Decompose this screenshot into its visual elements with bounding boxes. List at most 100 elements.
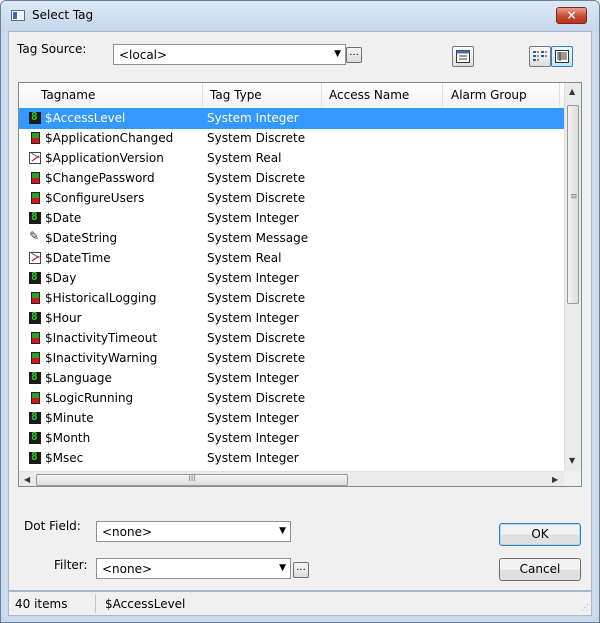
tag-type-cell: System Discrete	[207, 291, 306, 305]
properties-view-icon	[456, 50, 470, 63]
column-divider[interactable]	[442, 83, 443, 107]
resize-grip-icon[interactable]: ⋰	[581, 603, 589, 612]
column-divider[interactable]	[321, 83, 322, 107]
title-bar[interactable]: Select Tag ×	[1, 1, 599, 31]
integer-tag-icon	[29, 410, 41, 424]
integer-tag-icon	[29, 310, 41, 324]
column-header-tag-type[interactable]: Tag Type	[210, 88, 262, 102]
tag-type-cell: System Discrete	[207, 351, 306, 365]
horizontal-scrollbar[interactable]: ◀ III ▶	[19, 471, 564, 486]
vertical-scroll-thumb[interactable]	[567, 105, 579, 304]
scroll-down-icon[interactable]: ▼	[569, 456, 575, 465]
tag-source-combo[interactable]: <local> ▼	[113, 44, 346, 65]
tagname-cell: $HistoricalLogging	[45, 291, 157, 305]
scroll-up-icon[interactable]: ▲	[569, 87, 575, 96]
real-tag-icon	[29, 152, 41, 164]
horizontal-scroll-thumb[interactable]: III	[36, 474, 348, 486]
tagname-cell: $InactivityWarning	[45, 351, 158, 365]
scroll-right-icon[interactable]: ▶	[552, 475, 558, 484]
column-header-alarm-group[interactable]: Alarm Group	[451, 88, 527, 102]
table-row[interactable]: $ApplicationChanged System Discrete	[19, 128, 564, 149]
table-row[interactable]: $Day System Integer	[19, 268, 564, 289]
table-row[interactable]: $ChangePassword System Discrete	[19, 168, 564, 189]
column-header-tagname[interactable]: Tagname	[41, 88, 95, 102]
table-row[interactable]: $ApplicationVersion System Real	[19, 148, 564, 169]
tag-type-cell: System Discrete	[207, 171, 306, 185]
vertical-scrollbar[interactable]: ▲ ▼	[564, 83, 581, 471]
table-row[interactable]: ✎ $DateString System Message	[19, 228, 564, 249]
table-row[interactable]: $Month System Integer	[19, 428, 564, 449]
tagname-cell: $DateTime	[45, 251, 111, 265]
dot-field-combo[interactable]: <none> ▼	[96, 521, 291, 542]
tag-type-cell: System Message	[207, 231, 309, 245]
tag-type-cell: System Discrete	[207, 391, 306, 405]
tagname-cell: $Day	[45, 271, 77, 285]
discrete-tag-icon	[31, 352, 40, 364]
tagname-cell: $Msec	[45, 451, 84, 465]
scroll-left-icon[interactable]: ◀	[24, 475, 30, 484]
ok-button[interactable]: OK	[499, 523, 581, 546]
tag-type-cell: System Discrete	[207, 331, 306, 345]
tagname-cell: $Date	[45, 211, 82, 225]
integer-tag-icon	[29, 110, 41, 124]
tagname-cell: $InactivityTimeout	[45, 331, 158, 345]
tag-list[interactable]: Tagname Tag Type Access Name Alarm Group…	[18, 82, 582, 487]
discrete-tag-icon	[31, 132, 40, 144]
tag-type-cell: System Discrete	[207, 131, 306, 145]
tag-type-cell: System Discrete	[207, 191, 306, 205]
window-title: Select Tag	[32, 8, 94, 22]
tagname-cell: $ApplicationVersion	[45, 151, 164, 165]
tag-type-cell: System Integer	[207, 211, 299, 225]
tagname-cell: $DateString	[45, 231, 118, 245]
integer-tag-icon	[29, 210, 41, 224]
properties-view-button[interactable]	[452, 46, 474, 67]
chevron-down-icon: ▼	[279, 526, 286, 536]
discrete-tag-icon	[31, 192, 40, 204]
integer-tag-icon	[29, 430, 41, 444]
table-row[interactable]: $ConfigureUsers System Discrete	[19, 188, 564, 209]
tagname-cell: $Month	[45, 431, 91, 445]
table-row[interactable]: $HistoricalLogging System Discrete	[19, 288, 564, 309]
real-tag-icon	[29, 252, 41, 264]
table-row[interactable]: $InactivityWarning System Discrete	[19, 348, 564, 369]
column-divider[interactable]	[202, 83, 203, 107]
tagname-cell: $Language	[45, 371, 112, 385]
integer-tag-icon	[29, 270, 41, 284]
status-bar: 40 items $AccessLevel ⋰	[8, 591, 592, 616]
table-row[interactable]: $Language System Integer	[19, 368, 564, 389]
table-row[interactable]: $InactivityTimeout System Discrete	[19, 328, 564, 349]
table-row[interactable]: $LogicRunning System Discrete	[19, 388, 564, 409]
tagname-cell: $ConfigureUsers	[45, 191, 145, 205]
integer-tag-icon	[29, 450, 41, 464]
filter-browse-button[interactable]: ...	[293, 562, 309, 578]
scrollbar-corner	[564, 471, 581, 486]
tag-type-cell: System Real	[207, 151, 282, 165]
integer-tag-icon	[29, 370, 41, 384]
tagname-cell: $ApplicationChanged	[45, 131, 174, 145]
tagname-cell: $LogicRunning	[45, 391, 134, 405]
details-view-button[interactable]	[551, 46, 573, 67]
table-row[interactable]: $Msec System Integer	[19, 448, 564, 469]
list-view-button[interactable]	[529, 46, 551, 67]
column-divider[interactable]	[559, 83, 560, 107]
tagname-cell: $ChangePassword	[45, 171, 155, 185]
discrete-tag-icon	[31, 392, 40, 404]
tag-type-cell: System Integer	[207, 431, 299, 445]
tag-type-cell: System Integer	[207, 111, 299, 125]
table-row[interactable]: $Date System Integer	[19, 208, 564, 229]
tag-type-cell: System Integer	[207, 311, 299, 325]
table-row[interactable]: $Hour System Integer	[19, 308, 564, 329]
details-view-icon	[555, 50, 569, 63]
discrete-tag-icon	[31, 292, 40, 304]
table-row[interactable]: $DateTime System Real	[19, 248, 564, 269]
tag-type-cell: System Integer	[207, 271, 299, 285]
chevron-down-icon: ▼	[334, 49, 341, 59]
table-row[interactable]: $Minute System Integer	[19, 408, 564, 429]
list-rows: $AccessLevel System Integer $ApplicationCh…	[19, 108, 564, 471]
cancel-button[interactable]: Cancel	[499, 558, 581, 581]
table-row[interactable]: $AccessLevel System Integer	[19, 108, 564, 129]
column-header-access-name[interactable]: Access Name	[329, 88, 409, 102]
close-button[interactable]: ×	[556, 7, 587, 24]
tag-source-browse-button[interactable]: ...	[346, 47, 362, 63]
filter-combo[interactable]: <none> ▼	[96, 558, 291, 579]
